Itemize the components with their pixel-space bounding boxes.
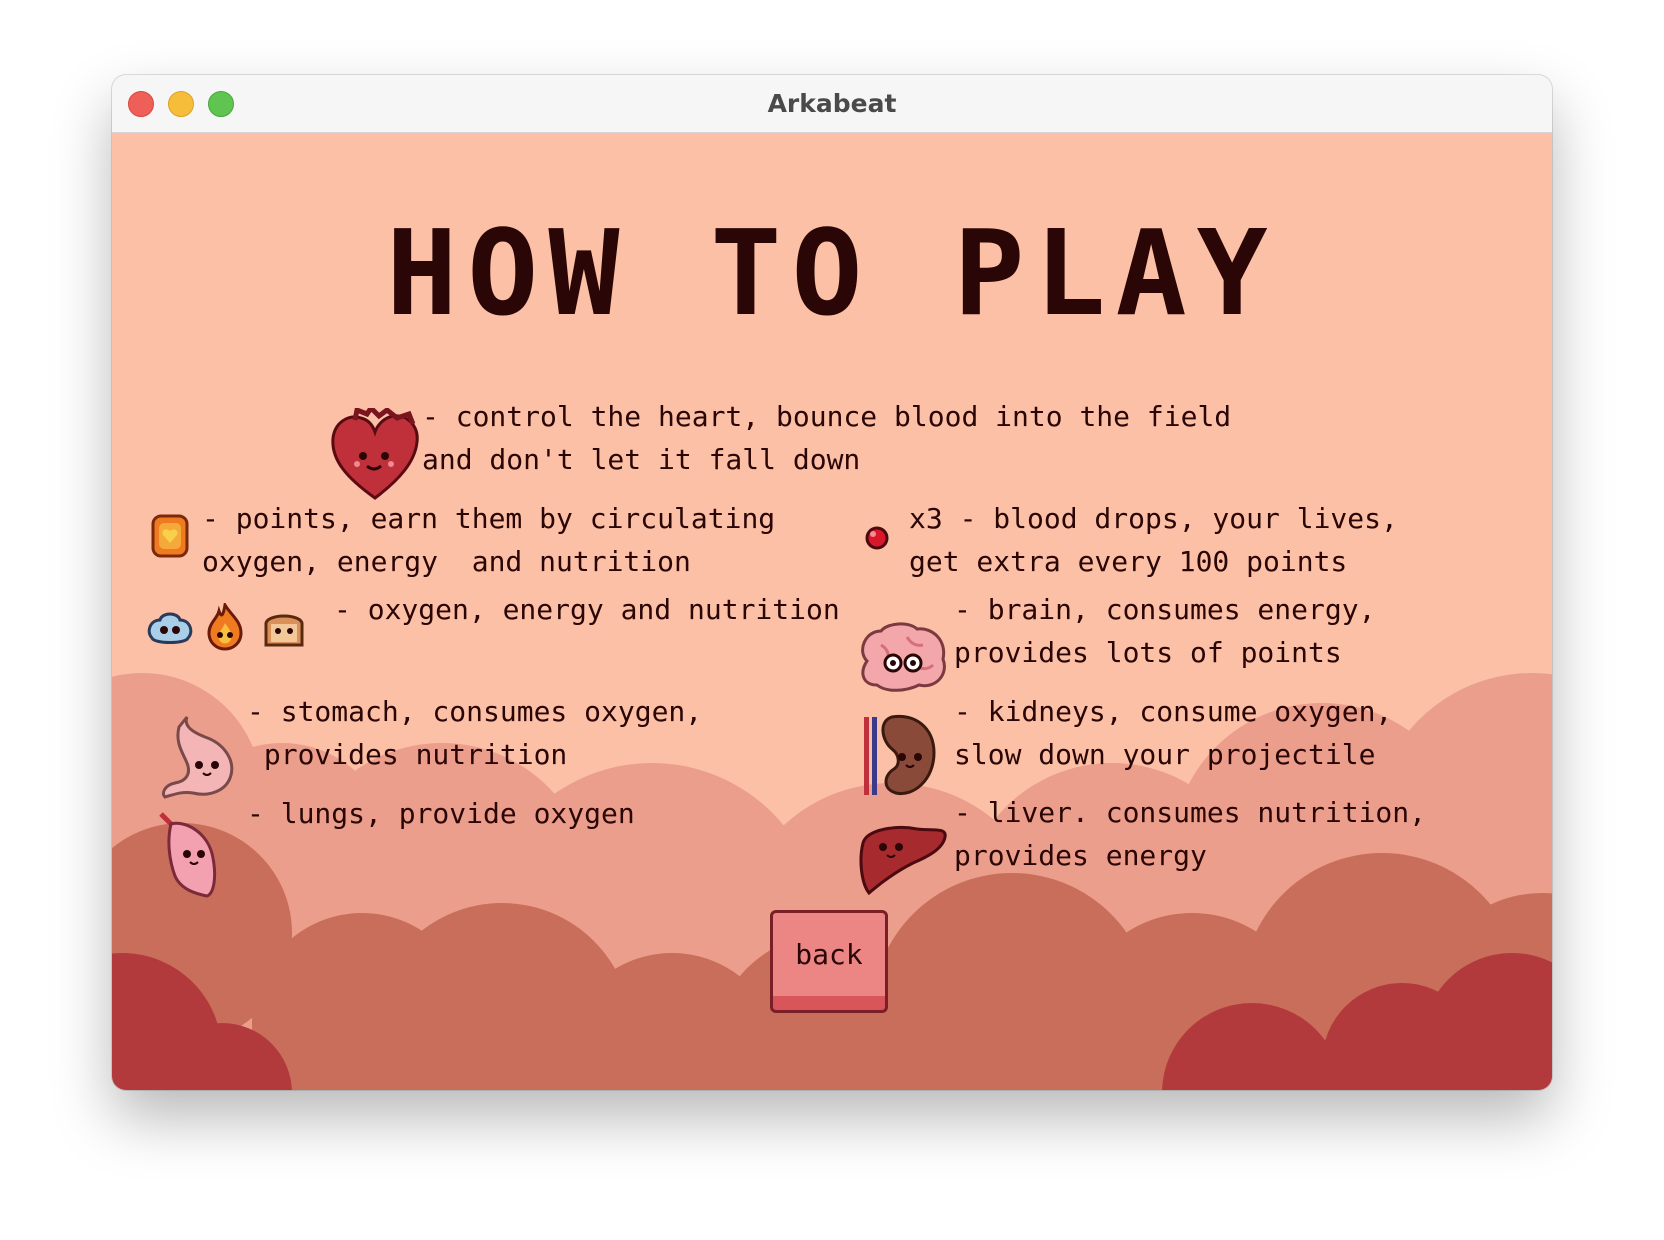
- points-coin-icon: [151, 514, 189, 558]
- title-bar: Arkabeat: [112, 75, 1552, 133]
- brain-description-line2: provides lots of points: [954, 636, 1342, 669]
- resources-description: - oxygen, energy and nutrition: [334, 593, 840, 626]
- heart-description-line1: - control the heart, bounce blood into t…: [422, 400, 1232, 433]
- lungs-description: - lungs, provide oxygen: [247, 797, 635, 830]
- nutrition-bread-icon: [264, 614, 304, 647]
- window-title: Arkabeat: [767, 89, 897, 118]
- points-description-line1: - points, earn them by circulating: [202, 502, 776, 535]
- liver-description-line1: - liver. consumes nutrition,: [954, 796, 1427, 829]
- liver-icon: [859, 826, 947, 895]
- lives-description-line2: get extra every 100 points: [909, 545, 1348, 578]
- back-button-base: [770, 996, 888, 1013]
- how-to-play-screen: HOW TO PLAY - control the heart, bounce …: [112, 133, 1552, 1090]
- liver-description-line2: provides energy: [954, 839, 1207, 872]
- back-button[interactable]: back: [770, 910, 888, 1018]
- heart-icon: [331, 408, 419, 500]
- brain-description-line1: - brain, consumes energy,: [954, 593, 1376, 626]
- stomach-description-line1: - stomach, consumes oxygen,: [247, 695, 703, 728]
- stomach-icon: [161, 716, 234, 799]
- back-button-label[interactable]: back: [770, 932, 888, 978]
- stomach-description-line2: provides nutrition: [247, 738, 568, 771]
- how-to-play-heading: HOW TO PLAY: [386, 204, 1278, 342]
- oxygen-bubble-icon: [147, 612, 193, 644]
- blood-drop-icon: [865, 526, 889, 550]
- points-description-line2: oxygen, energy and nutrition: [202, 545, 691, 578]
- brain-icon: [861, 622, 946, 692]
- kidney-icon: [864, 714, 936, 796]
- heart-description-line2: and don't let it fall down: [422, 443, 861, 476]
- kidneys-description-line1: - kidneys, consume oxygen,: [954, 695, 1393, 728]
- lives-description-line1: x3 - blood drops, your lives,: [909, 502, 1398, 535]
- game-window: Arkabeat HOW TO PLAY - control the heart…: [112, 75, 1552, 1090]
- kidneys-description-line2: slow down your projectile: [954, 738, 1376, 771]
- lung-icon: [159, 812, 217, 898]
- energy-flame-icon: [207, 603, 243, 651]
